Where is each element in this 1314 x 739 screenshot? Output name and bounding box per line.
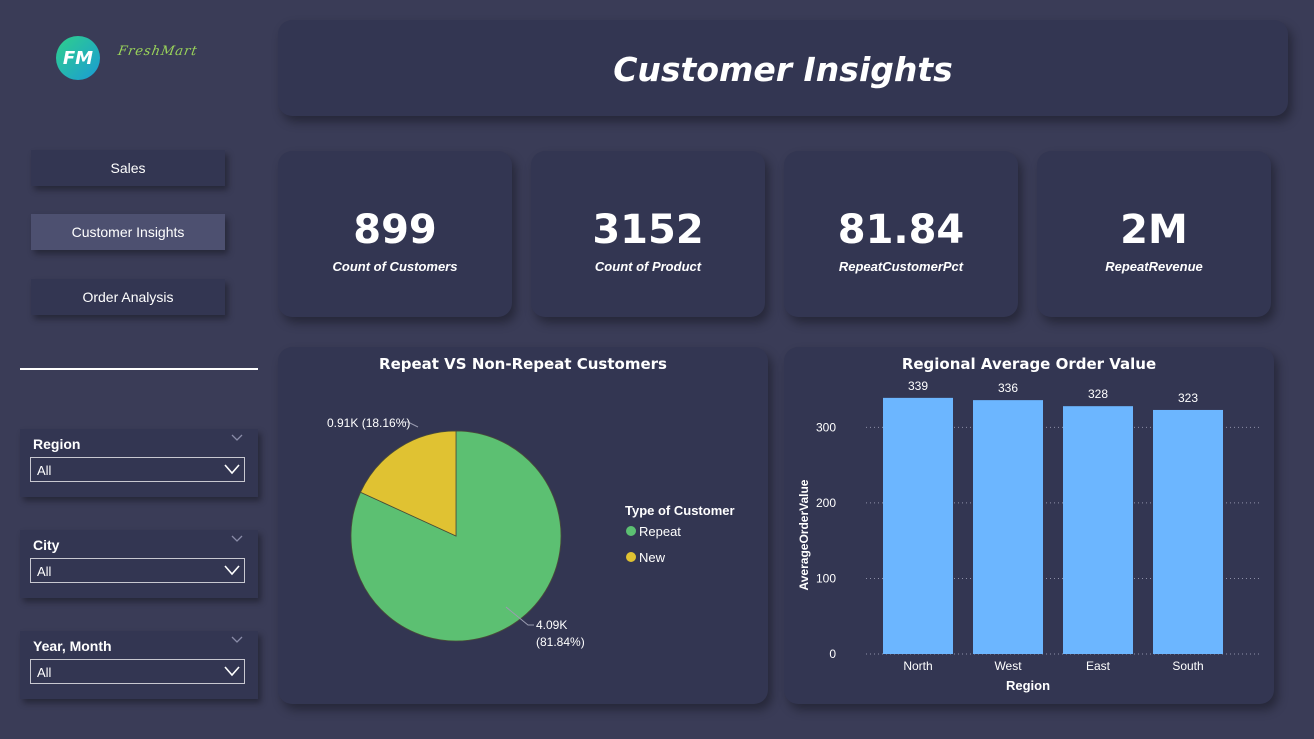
kpi-value: 2M — [1120, 207, 1188, 253]
x-axis-title: Region — [1006, 678, 1050, 693]
kpi-value: 899 — [353, 207, 437, 253]
city-dropdown[interactable]: All — [30, 558, 245, 583]
bar-chart: 0 100 200 300 339 North 336 West 328 East 323 Sout… — [797, 379, 1260, 693]
year-month-dropdown[interactable]: All — [30, 659, 245, 684]
kpi-label: Count of Product — [594, 259, 702, 274]
slicer-label: Region — [33, 436, 81, 452]
bar-chart-card: Regional Average Order Value 0 100 200 300 … — [784, 347, 1274, 704]
nav-button-label: Sales — [110, 160, 146, 176]
kpi-value: 3152 — [592, 207, 704, 253]
kpi-value: 81.84 — [837, 207, 965, 253]
slicer-label: City — [33, 537, 60, 553]
dropdown-value: All — [37, 463, 52, 478]
bar-south[interactable] — [1153, 409, 1223, 654]
pie-label-repeat-value: 4.09K — [536, 618, 567, 632]
dropdown-value: All — [37, 665, 52, 680]
sidebar-divider — [20, 368, 258, 370]
bar-value-label: 323 — [1178, 391, 1198, 405]
kpi-label: RepeatRevenue — [1105, 259, 1203, 274]
kpi-card-count-of-product: 3152 Count of Product — [531, 151, 765, 317]
bar-east[interactable] — [1063, 406, 1133, 654]
pie-chart: 0.91K (18.16%) 4.09K (81.84%) Type of Cu… — [327, 416, 735, 649]
y-tick-label: 200 — [816, 496, 836, 510]
chevron-down-icon — [224, 565, 240, 576]
chevron-down-icon[interactable] — [230, 635, 244, 645]
page-title: Customer Insights — [613, 50, 953, 89]
logo-badge-text: FM — [62, 47, 94, 69]
kpi-card-repeat-revenue: 2M RepeatRevenue — [1037, 151, 1271, 317]
pie-label-new-pct: (18.16%) — [362, 416, 411, 430]
pie-chart-card: Repeat VS Non-Repeat Customers 0.91K (18… — [278, 347, 768, 704]
y-tick-label: 300 — [816, 420, 836, 434]
nav-button-label: Customer Insights — [71, 224, 185, 240]
bar-north[interactable] — [883, 397, 953, 654]
bar-west[interactable] — [973, 400, 1043, 654]
chevron-down-icon — [224, 666, 240, 677]
kpi-label: Count of Customers — [332, 259, 458, 274]
y-tick-label: 0 — [829, 647, 836, 661]
x-tick-label: South — [1172, 659, 1203, 673]
bar-value-label: 336 — [998, 381, 1018, 395]
x-tick-label: North — [903, 659, 932, 673]
bar-value-label: 339 — [908, 379, 928, 393]
y-axis-title: AverageOrderValue — [797, 479, 811, 590]
dropdown-value: All — [37, 564, 52, 579]
fm-logo-badge: FM — [56, 36, 100, 80]
chevron-down-icon[interactable] — [230, 534, 244, 544]
nav-button-sales[interactable]: Sales — [31, 150, 225, 186]
region-dropdown[interactable]: All — [30, 457, 245, 482]
legend-swatch-repeat — [626, 526, 636, 536]
pie-label-new-value: 0.91K — [327, 416, 358, 430]
pie-label-new: 0.91K (18.16%) — [327, 416, 410, 430]
kpi-card-count-of-customers: 899 Count of Customers — [278, 151, 512, 317]
x-tick-label: East — [1086, 659, 1111, 673]
bar-value-label: 328 — [1088, 387, 1108, 401]
kpi-label: RepeatCustomerPct — [838, 259, 964, 274]
legend-title: Type of Customer — [625, 503, 735, 518]
chevron-down-icon[interactable] — [230, 433, 244, 443]
nav-button-label: Order Analysis — [82, 289, 174, 305]
pie-label-repeat-pct: (81.84%) — [536, 635, 585, 649]
x-tick-label: West — [994, 659, 1022, 673]
city-slicer: City All — [20, 530, 258, 598]
slicer-label: Year, Month — [33, 638, 112, 654]
legend-label-new[interactable]: New — [639, 550, 666, 565]
y-tick-label: 100 — [816, 571, 836, 585]
kpi-card-repeat-customer-pct: 81.84 RepeatCustomerPct — [784, 151, 1018, 317]
chevron-down-icon — [224, 464, 240, 475]
legend-label-repeat[interactable]: Repeat — [639, 524, 681, 539]
nav-button-customer-insights[interactable]: Customer Insights — [31, 214, 225, 250]
year-month-slicer: Year, Month All — [20, 631, 258, 699]
title-card: Customer Insights — [278, 20, 1288, 116]
freshmart-logo-script: FreshMart — [117, 44, 199, 59]
logo-script-text: FreshMart — [116, 44, 199, 59]
region-slicer: Region All — [20, 429, 258, 497]
nav-button-order-analysis[interactable]: Order Analysis — [31, 279, 225, 315]
legend-swatch-new — [626, 552, 636, 562]
